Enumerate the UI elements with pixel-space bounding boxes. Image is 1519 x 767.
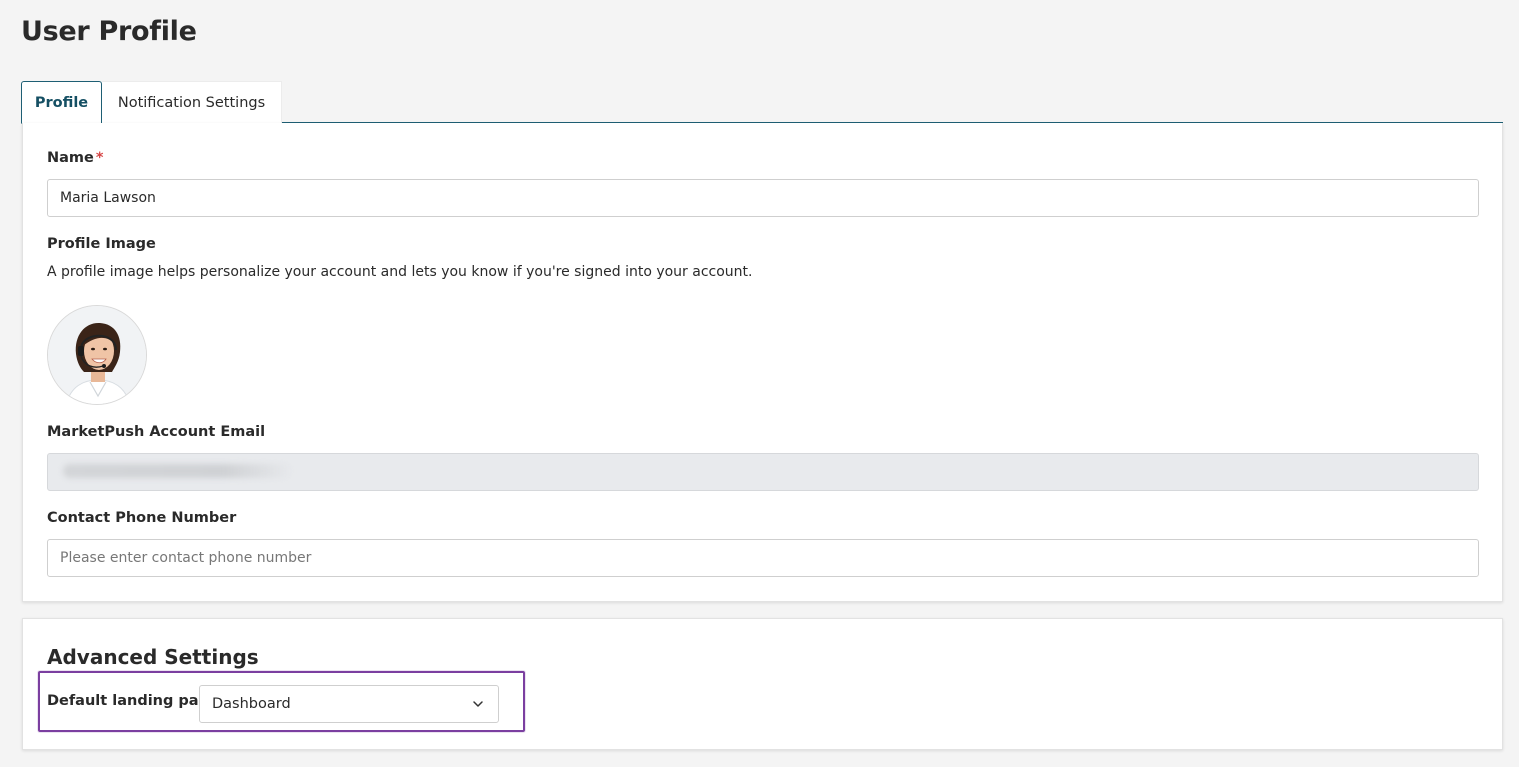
required-mark: * [95,150,104,166]
tab-bar: Profile Notification Settings [21,81,1503,124]
default-landing-page-label: Default landing page [47,693,219,709]
advanced-settings-title: Advanced Settings [47,645,259,669]
chevron-down-icon [473,701,483,707]
default-landing-page-select[interactable]: Dashboard [199,685,499,723]
avatar[interactable] [47,305,147,405]
advanced-settings-card: Advanced Settings Default landing page D… [22,618,1503,750]
phone-label: Contact Phone Number [47,510,237,526]
page-title: User Profile [21,16,197,47]
phone-input[interactable] [47,539,1479,577]
email-label: MarketPush Account Email [47,424,266,440]
default-landing-page-value: Dashboard [212,696,291,712]
name-input[interactable] [47,179,1479,217]
avatar-photo [48,306,146,404]
tab-profile[interactable]: Profile [21,81,102,124]
email-blur-mask [63,464,293,478]
profile-image-help: A profile image helps personalize your a… [47,264,753,280]
profile-card: Name* Profile Image A profile image help… [22,123,1503,602]
name-label-text: Name [47,150,94,166]
name-label: Name * [47,150,103,166]
profile-image-label: Profile Image [47,236,156,252]
tab-notification-settings[interactable]: Notification Settings [102,81,282,123]
